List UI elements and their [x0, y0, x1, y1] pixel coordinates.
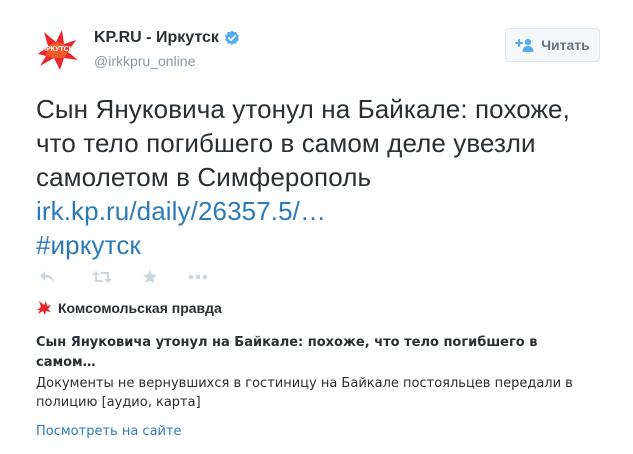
card-source[interactable]: Комсомольская правда [36, 300, 222, 316]
author-name-row: KP.RU - Иркутск [94, 29, 240, 47]
retweet-icon [92, 271, 112, 283]
author-handle[interactable]: @irkkpru_online [94, 53, 195, 69]
tweet-header: ИРКУТСК KP.RU - Иркутск @irkkpru_online … [34, 26, 600, 74]
tweet-hashtag[interactable]: #иркутск [36, 230, 141, 260]
tweet-body: Сын Януковича утонул на Байкале: похоже,… [36, 94, 570, 192]
favorite-icon [143, 270, 157, 284]
kp-logo-icon [37, 301, 51, 315]
favorite-button[interactable] [142, 268, 158, 286]
tweet-text: Сын Януковича утонул на Байкале: похоже,… [36, 92, 606, 262]
more-button[interactable] [188, 268, 208, 286]
author-name[interactable]: KP.RU - Иркутск [94, 29, 219, 47]
kp-irkutsk-logo-icon: ИРКУТСК [38, 30, 78, 70]
tweet-actions [38, 268, 208, 286]
add-user-icon [515, 38, 534, 52]
verified-badge-icon [224, 30, 239, 45]
tweet-link[interactable]: irk.kp.ru/daily/26357.5/… [36, 196, 326, 226]
reply-icon [40, 271, 54, 283]
view-on-site-link[interactable]: Посмотреть на сайте [36, 424, 182, 439]
reply-button[interactable] [38, 268, 56, 286]
svg-text:ИРКУТСК: ИРКУТСК [41, 46, 74, 53]
card-description: Документы не вернувшихся в гостиницу на … [36, 376, 573, 410]
card-title[interactable]: Сын Януковича утонул на Байкале: похоже,… [36, 333, 596, 373]
avatar[interactable]: ИРКУТСК [34, 26, 80, 72]
follow-button-label: Читать [541, 37, 590, 53]
follow-button[interactable]: Читать [505, 28, 600, 62]
retweet-button[interactable] [90, 268, 114, 286]
more-icon [188, 274, 208, 280]
card-source-name: Комсомольская правда [58, 300, 222, 316]
